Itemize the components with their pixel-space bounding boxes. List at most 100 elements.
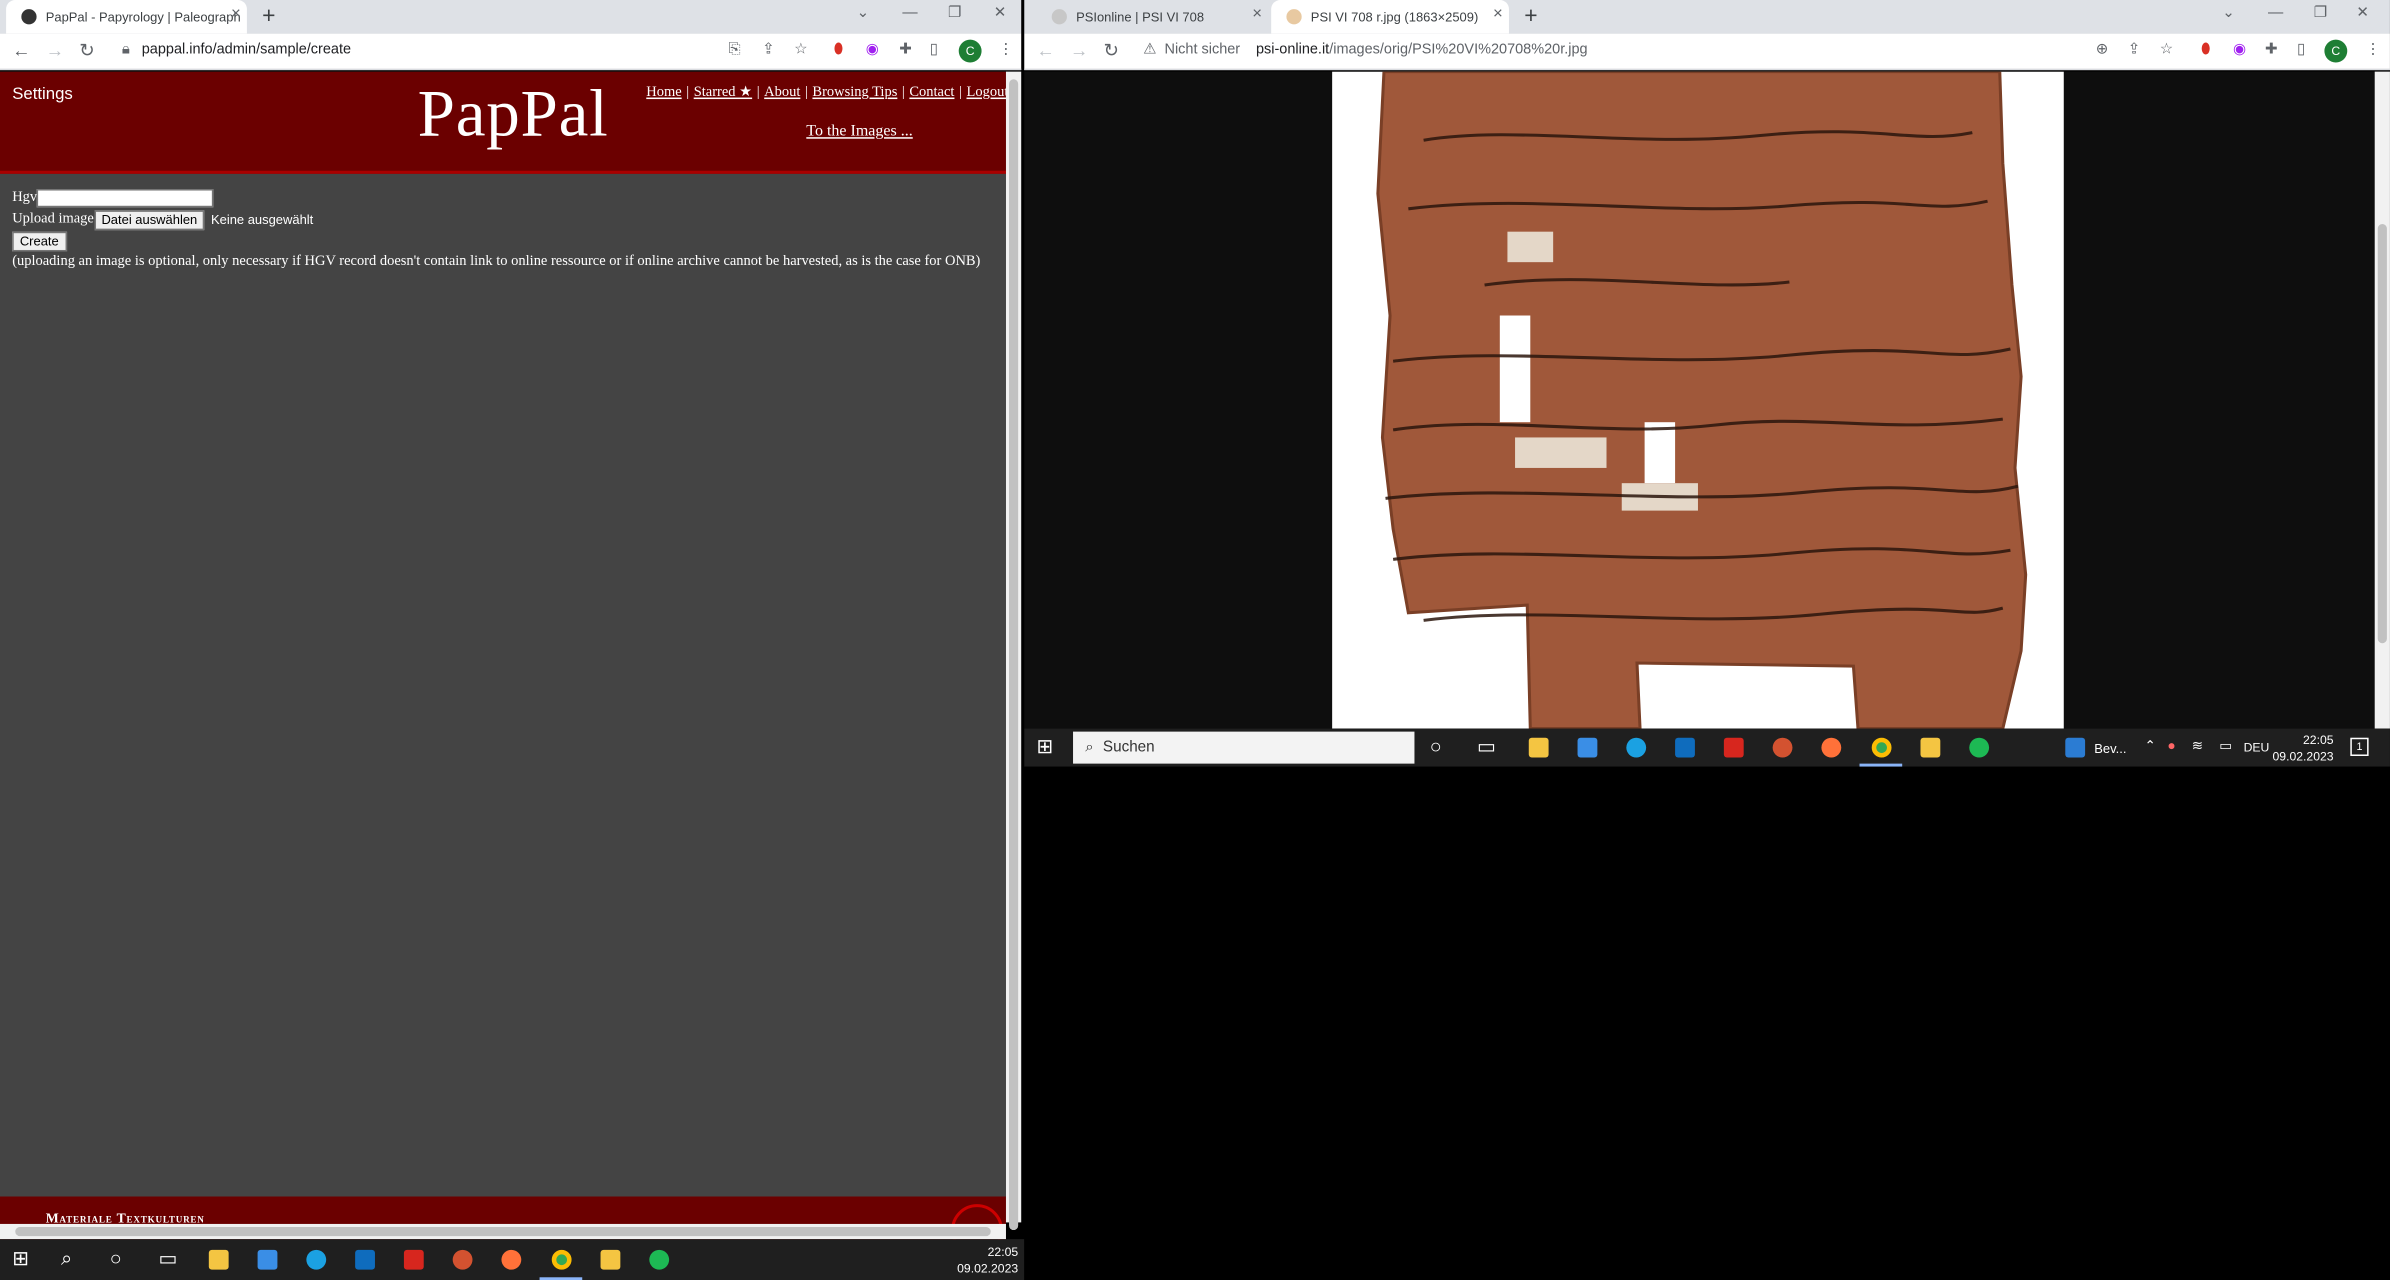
task-view-icon[interactable]: ▭ xyxy=(1477,735,1496,759)
windows-start-icon[interactable]: ⊞ xyxy=(12,1247,29,1271)
share-icon[interactable]: ⇪ xyxy=(762,41,775,58)
notes-icon[interactable] xyxy=(600,1249,621,1270)
forward-icon[interactable]: → xyxy=(1070,40,1088,61)
right-vertical-scrollbar[interactable] xyxy=(2374,71,2390,729)
new-tab-button[interactable]: + xyxy=(1524,3,1537,29)
notifications-badge[interactable]: 1 xyxy=(2350,737,2369,757)
settings-link[interactable]: Settings xyxy=(12,85,73,103)
task-view-icon[interactable]: ▭ xyxy=(159,1247,178,1271)
translate-icon[interactable]: ⎘ xyxy=(729,41,741,58)
menu-contact[interactable]: Contact xyxy=(909,85,954,100)
powerpoint-icon[interactable] xyxy=(452,1249,473,1270)
left-horizontal-scroll-thumb[interactable] xyxy=(15,1226,991,1237)
close-tab-icon[interactable]: × xyxy=(231,5,241,23)
hgv-input[interactable] xyxy=(37,189,214,208)
close-tab-icon[interactable]: × xyxy=(1493,5,1503,23)
mail-icon[interactable] xyxy=(355,1249,375,1270)
profile-avatar[interactable]: C xyxy=(2324,39,2348,63)
close-window-icon[interactable]: ✕ xyxy=(994,5,1007,22)
reload-icon[interactable]: ↻ xyxy=(1104,40,1119,61)
side-panel-icon[interactable]: ▯ xyxy=(930,41,938,58)
store-icon[interactable] xyxy=(1577,737,1598,758)
windows-start-icon[interactable]: ⊞ xyxy=(1036,735,1053,759)
document-app-icon[interactable] xyxy=(2065,737,2086,758)
to-images-link[interactable]: To the Images ... xyxy=(806,123,912,140)
battery-icon[interactable]: ▭ xyxy=(2219,738,2232,755)
back-icon[interactable]: ← xyxy=(1036,40,1054,61)
profile-avatar[interactable]: C xyxy=(958,39,982,63)
not-secure-label[interactable]: Nicht sicher xyxy=(1164,41,1240,58)
menu-kebab-icon[interactable]: ⋮ xyxy=(998,41,1013,58)
taskbar-search-box[interactable]: ⌕ Suchen xyxy=(1073,731,1415,764)
acrobat-icon[interactable] xyxy=(1723,737,1744,758)
file-explorer-icon[interactable] xyxy=(1528,737,1549,758)
address-bar[interactable]: pappal.info/admin/sample/create xyxy=(142,41,351,58)
chrome-icon[interactable] xyxy=(1871,737,1892,758)
bookmark-star-icon[interactable]: ☆ xyxy=(794,41,808,58)
extensions-puzzle-icon[interactable]: ✚ xyxy=(2265,41,2278,58)
restore-icon[interactable]: ❐ xyxy=(948,5,962,22)
zoom-icon[interactable]: ⊕ xyxy=(2096,41,2109,58)
edge-icon[interactable] xyxy=(1626,737,1647,758)
tab-pappal[interactable]: PapPal - Papyrology | Paleograph × xyxy=(6,0,247,34)
extension-purple-icon[interactable]: ◉ xyxy=(866,41,879,58)
back-icon[interactable]: ← xyxy=(12,40,30,61)
menu-about[interactable]: About xyxy=(764,85,800,100)
new-tab-button[interactable]: + xyxy=(262,3,275,29)
menu-logout[interactable]: Logout xyxy=(967,85,1006,100)
tab-search-icon[interactable]: ⌄ xyxy=(857,5,870,22)
edge-icon[interactable] xyxy=(306,1249,327,1270)
cortana-icon[interactable]: ○ xyxy=(1430,735,1442,758)
menu-starred[interactable]: Starred ★ xyxy=(694,85,752,100)
left-vertical-scroll-thumb[interactable] xyxy=(1009,79,1019,1231)
spotify-icon[interactable] xyxy=(649,1249,670,1270)
store-icon[interactable] xyxy=(257,1249,278,1270)
wifi-icon[interactable]: ≋ xyxy=(2192,738,2204,755)
close-tab-icon[interactable]: × xyxy=(1252,5,1262,23)
tab-psionline[interactable]: PSIonline | PSI VI 708 × xyxy=(1036,0,1268,34)
left-vertical-scrollbar[interactable] xyxy=(1005,71,1022,1231)
firefox-icon[interactable] xyxy=(501,1249,522,1270)
warning-icon: ⚠ xyxy=(1143,41,1157,58)
cortana-icon[interactable]: ○ xyxy=(110,1247,122,1270)
right-clock[interactable]: 22:05 09.02.2023 xyxy=(2266,732,2334,766)
menu-browsing-tips[interactable]: Browsing Tips xyxy=(812,85,897,100)
extensions-puzzle-icon[interactable]: ✚ xyxy=(899,41,912,58)
minimize-icon[interactable]: — xyxy=(2268,5,2283,22)
extension-red-icon[interactable]: ⬮ xyxy=(2201,41,2211,58)
search-icon[interactable]: ⌕ xyxy=(61,1247,72,1271)
bookmark-star-icon[interactable]: ☆ xyxy=(2160,41,2174,58)
firefox-icon[interactable] xyxy=(1821,737,1842,758)
pappal-logo[interactable]: PapPal xyxy=(418,75,609,153)
tab-psi-image[interactable]: PSI VI 708 r.jpg (1863×2509) × xyxy=(1271,0,1509,34)
choose-file-button[interactable]: Datei auswählen xyxy=(93,209,205,230)
side-panel-icon[interactable]: ▯ xyxy=(2297,41,2305,58)
extension-red-icon[interactable]: ⬮ xyxy=(834,41,844,58)
menu-kebab-icon[interactable]: ⋮ xyxy=(2366,41,2381,58)
notes-icon[interactable] xyxy=(1920,737,1941,758)
address-bar[interactable]: psi-online.it/images/orig/PSI%20VI%20708… xyxy=(1256,41,1588,58)
minimize-icon[interactable]: — xyxy=(902,5,917,22)
left-horizontal-scrollbar[interactable] xyxy=(0,1223,1006,1240)
left-clock[interactable]: 22:05 09.02.2023 xyxy=(945,1244,1018,1278)
spotify-icon[interactable] xyxy=(1969,737,1990,758)
menu-home[interactable]: Home xyxy=(646,85,681,100)
reload-icon[interactable]: ↻ xyxy=(79,40,94,61)
mail-icon[interactable] xyxy=(1675,737,1695,758)
tab-search-icon[interactable]: ⌄ xyxy=(2222,5,2235,22)
restore-icon[interactable]: ❐ xyxy=(2314,5,2328,22)
papyrus-image[interactable] xyxy=(1332,71,2064,729)
tray-chevron-icon[interactable]: ⌃ xyxy=(2145,738,2157,755)
document-app-label[interactable]: Bev... xyxy=(2094,741,2126,756)
powerpoint-icon[interactable] xyxy=(1772,737,1793,758)
right-vertical-scroll-thumb[interactable] xyxy=(2377,224,2387,644)
acrobat-icon[interactable] xyxy=(403,1249,424,1270)
close-window-icon[interactable]: ✕ xyxy=(2356,5,2369,22)
file-explorer-icon[interactable] xyxy=(208,1249,229,1270)
extension-purple-icon[interactable]: ◉ xyxy=(2233,41,2246,58)
chrome-icon[interactable] xyxy=(551,1249,572,1270)
create-button[interactable]: Create xyxy=(12,230,67,251)
forward-icon[interactable]: → xyxy=(46,40,64,61)
share-icon[interactable]: ⇪ xyxy=(2128,41,2141,58)
tray-app-icon[interactable]: ● xyxy=(2167,738,2175,753)
